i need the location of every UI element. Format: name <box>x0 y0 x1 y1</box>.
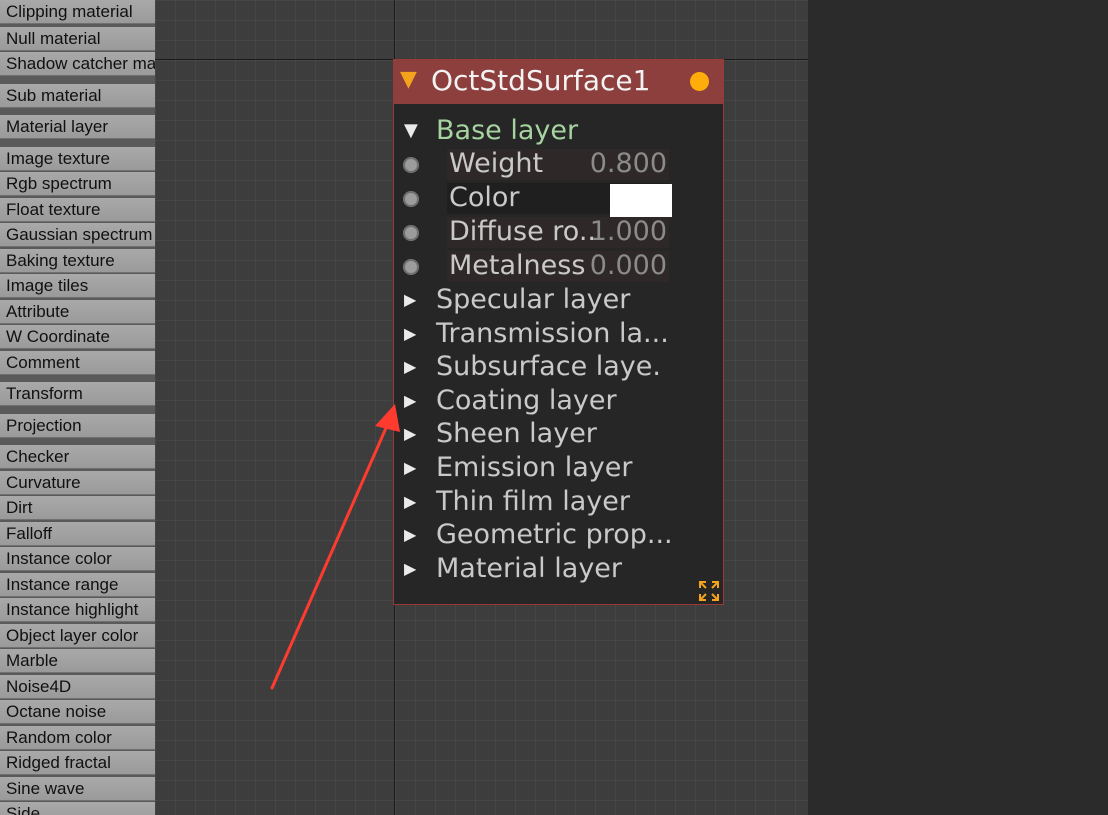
node-library-item[interactable]: Attribute <box>0 300 155 324</box>
material-node[interactable]: ▼ OctStdSurface1 ▼ Base layer Weight 0.8… <box>393 59 724 605</box>
node-library-item[interactable]: Instance range <box>0 573 155 597</box>
param-label: Metalness <box>449 250 586 281</box>
group-label: Geometric prop... <box>436 519 673 551</box>
node-library-item[interactable]: Curvature <box>0 471 155 495</box>
param-diffuse-roughness[interactable]: Diffuse ro.. 1.000 <box>394 216 723 250</box>
group-label: Emission layer <box>436 452 633 483</box>
node-library-item[interactable]: Instance highlight <box>0 598 155 622</box>
group-thin-film-layer[interactable]: ▶ Thin film layer <box>394 485 723 519</box>
triangle-right-icon[interactable]: ▶ <box>404 289 416 311</box>
group-base-layer[interactable]: ▼ Base layer <box>394 114 723 148</box>
input-pin-icon[interactable] <box>403 157 419 173</box>
node-library-item[interactable]: Object layer color <box>0 624 155 648</box>
node-library-item[interactable]: Image tiles <box>0 274 155 298</box>
node-title: OctStdSurface1 <box>431 64 651 97</box>
input-pin-icon[interactable] <box>403 191 419 207</box>
triangle-right-icon[interactable]: ▶ <box>404 524 416 546</box>
node-library-item[interactable]: Side <box>0 802 155 815</box>
node-library-panel: Clipping material Null material Shadow cat… <box>0 0 155 815</box>
node-library-item[interactable]: Random color <box>0 726 155 750</box>
expand-icon[interactable] <box>698 580 720 602</box>
param-value[interactable]: 0.800 <box>590 147 667 181</box>
input-pin-icon[interactable] <box>403 225 419 241</box>
param-label: Color <box>449 182 520 213</box>
group-emission-layer[interactable]: ▶ Emission layer <box>394 451 723 485</box>
group-label: Material layer <box>436 552 623 584</box>
node-library-item[interactable]: Sine wave <box>0 777 155 801</box>
param-value[interactable]: 1.000 <box>590 215 667 249</box>
param-value[interactable]: 0.000 <box>590 249 667 283</box>
node-library-item[interactable]: Sub material <box>0 84 155 108</box>
node-library-item[interactable]: Image texture <box>0 147 155 171</box>
node-library-item[interactable]: Falloff <box>0 522 155 546</box>
triangle-down-icon[interactable]: ▼ <box>400 69 417 91</box>
node-library-item[interactable]: Instance color <box>0 547 155 571</box>
node-header[interactable]: ▼ OctStdSurface1 <box>394 60 723 104</box>
node-library-item[interactable]: W Coordinate <box>0 325 155 349</box>
node-library-item[interactable]: Rgb spectrum <box>0 172 155 196</box>
group-sheen-layer[interactable]: ▶ Sheen layer <box>394 417 723 451</box>
group-specular-layer[interactable]: ▶ Specular layer <box>394 283 723 317</box>
node-library-item[interactable]: Float texture <box>0 198 155 222</box>
triangle-right-icon[interactable]: ▶ <box>404 356 416 378</box>
param-label: Weight <box>449 148 544 179</box>
triangle-right-icon[interactable]: ▶ <box>404 457 416 479</box>
node-library-item[interactable]: Baking texture <box>0 249 155 273</box>
group-label: Coating layer <box>436 384 617 416</box>
diffuse-roughness-field[interactable]: Diffuse ro.. 1.000 <box>447 215 669 249</box>
node-library-item[interactable]: Ridged fractal <box>0 751 155 775</box>
triangle-right-icon[interactable]: ▶ <box>404 423 416 445</box>
color-swatch[interactable] <box>610 184 672 217</box>
node-library-item[interactable]: Comment <box>0 351 155 375</box>
triangle-right-icon[interactable]: ▶ <box>404 323 416 345</box>
group-label: Subsurface laye. <box>436 351 661 383</box>
triangle-right-icon[interactable]: ▶ <box>404 558 416 580</box>
node-library-item[interactable]: Gaussian spectrum <box>0 223 155 247</box>
input-pin-icon[interactable] <box>403 259 419 275</box>
group-label: Transmission la... <box>436 317 669 349</box>
triangle-right-icon[interactable]: ▶ <box>404 491 416 513</box>
empty-panel <box>808 0 1108 815</box>
node-library-item[interactable]: Projection <box>0 414 155 438</box>
node-library-item[interactable]: Material layer <box>0 115 155 139</box>
weight-field[interactable]: Weight 0.800 <box>447 147 669 181</box>
metalness-field[interactable]: Metalness 0.000 <box>447 249 669 283</box>
triangle-down-icon[interactable]: ▼ <box>404 120 418 142</box>
output-pin-icon[interactable] <box>690 72 709 91</box>
group-label: Specular layer <box>436 284 631 315</box>
param-color[interactable]: Color <box>394 182 723 217</box>
group-label: Base layer <box>436 115 579 146</box>
group-label: Sheen layer <box>436 418 597 450</box>
param-label: Diffuse ro.. <box>449 216 596 247</box>
group-coating-layer[interactable]: ▶ Coating layer <box>394 384 723 418</box>
param-weight[interactable]: Weight 0.800 <box>394 148 723 182</box>
group-transmission-la[interactable]: ▶ Transmission la... <box>394 317 723 351</box>
node-library-item[interactable]: Transform <box>0 382 155 406</box>
node-library-item[interactable]: Octane noise <box>0 700 155 724</box>
node-library-item[interactable]: Clipping material <box>0 0 155 24</box>
group-subsurface-laye[interactable]: ▶ Subsurface laye. <box>394 350 723 384</box>
group-geometric-prop[interactable]: ▶ Geometric prop... <box>394 518 723 552</box>
node-library-item[interactable]: Null material <box>0 27 155 51</box>
group-label: Thin film layer <box>436 485 630 517</box>
node-library-item[interactable]: Shadow catcher material <box>0 52 155 76</box>
group-material-layer[interactable]: ▶ Material layer <box>394 552 723 586</box>
node-library-item[interactable]: Dirt <box>0 496 155 520</box>
node-library-item[interactable]: Checker <box>0 445 155 469</box>
triangle-right-icon[interactable]: ▶ <box>404 390 416 412</box>
param-metalness[interactable]: Metalness 0.000 <box>394 250 723 284</box>
node-library-item[interactable]: Marble <box>0 649 155 673</box>
node-library-item[interactable]: Noise4D <box>0 675 155 699</box>
